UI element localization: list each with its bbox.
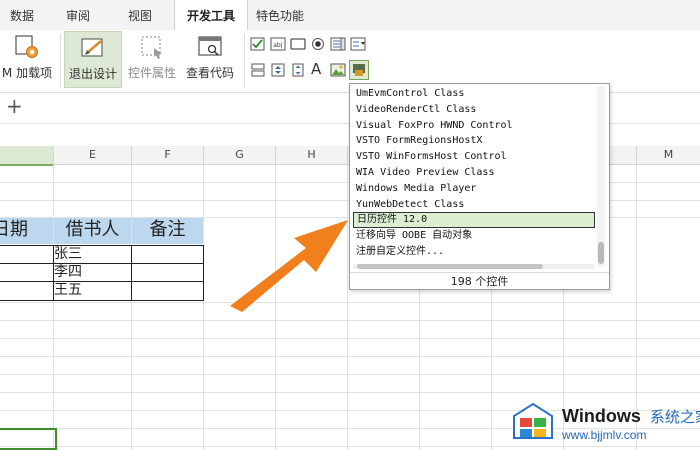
table-cell[interactable] — [0, 245, 55, 264]
column-header-f[interactable]: F — [132, 146, 204, 165]
column-header-d[interactable] — [0, 146, 54, 166]
com-addins-label: M 加载项 — [1, 66, 53, 80]
listbox-control-icon[interactable] — [330, 37, 346, 51]
table-cell[interactable] — [131, 245, 204, 264]
control-properties-label: 控件属性 — [127, 66, 176, 80]
tab-review[interactable]: 审阅 — [56, 0, 100, 30]
option-button-icon[interactable] — [310, 37, 326, 51]
table-cell[interactable] — [0, 263, 55, 282]
control-list-item[interactable]: VSTO FormRegionsHostX — [353, 133, 595, 149]
register-custom-control-item[interactable]: 注册自定义控件... — [353, 244, 595, 260]
ribbon-separator — [244, 34, 245, 88]
control-list-item-selected[interactable]: 日历控件 12.0 — [353, 212, 595, 229]
table-cell[interactable] — [131, 281, 204, 301]
grid-line — [0, 320, 700, 321]
column-header-h[interactable]: H — [276, 146, 348, 165]
design-mode-icon — [81, 38, 103, 57]
combobox-control-icon[interactable] — [350, 37, 366, 51]
grid-line — [0, 356, 700, 357]
exit-design-button[interactable]: 退出设计 — [64, 31, 122, 88]
view-code-button[interactable]: 查看代码 — [182, 34, 238, 86]
control-list-item[interactable]: UmEvmControl Class — [353, 86, 595, 102]
tab-developer-tools[interactable]: 开发工具 — [174, 0, 248, 31]
control-list-horizontal-scrollbar[interactable] — [353, 264, 595, 269]
spin-button-icon[interactable] — [270, 63, 286, 77]
borrower-cell[interactable]: 李四 — [53, 263, 132, 282]
toggle-button-icon[interactable] — [250, 63, 266, 77]
vertical-scroll-thumb[interactable] — [598, 242, 604, 264]
control-list-vertical-scrollbar[interactable] — [597, 86, 605, 267]
view-code-icon — [198, 36, 222, 56]
control-properties-icon — [141, 36, 162, 59]
windows-logo-icon — [513, 402, 553, 439]
active-cell-selection[interactable] — [0, 428, 57, 450]
horizontal-scroll-thumb[interactable] — [357, 264, 543, 269]
control-list-item[interactable]: Windows Media Player — [353, 181, 595, 197]
grid-line — [0, 374, 700, 375]
pointer-arrow-icon — [230, 220, 348, 312]
column-header-m[interactable]: M — [637, 146, 700, 165]
ribbon-tab-bar: 数据 审阅 视图 开发工具 特色功能 — [0, 0, 700, 31]
control-list: UmEvmControl Class VideoRenderCtl Class … — [353, 86, 595, 260]
image-control-icon[interactable] — [330, 63, 346, 77]
control-count-label: 198 个控件 — [350, 272, 609, 290]
svg-text:ab|: ab| — [273, 42, 283, 49]
watermark-url: www.bjjmlv.com — [562, 428, 647, 442]
control-list-item[interactable]: Visual FoxPro HWND Control — [353, 118, 595, 134]
header-cell-date[interactable]: 日期 — [0, 218, 53, 244]
addin-gear-icon — [15, 35, 38, 58]
grid-line — [203, 165, 204, 450]
control-list-item[interactable]: WIA Video Preview Class — [353, 165, 595, 181]
control-list-item[interactable]: VSTO WinFormsHost Control — [353, 149, 595, 165]
column-header-g[interactable]: G — [204, 146, 276, 165]
exit-design-label: 退出设计 — [68, 67, 117, 81]
com-addins-button[interactable]: M 加载项 — [0, 34, 54, 86]
add-sheet-icon[interactable]: + — [6, 96, 23, 116]
borrower-cell[interactable]: 张三 — [53, 245, 132, 264]
command-button-icon[interactable] — [290, 37, 306, 51]
watermark-brand: Windows — [562, 406, 641, 426]
control-list-item[interactable]: VideoRenderCtl Class — [353, 102, 595, 118]
header-cell-notes[interactable]: 备注 — [132, 218, 203, 244]
checkbox-control-icon[interactable] — [250, 37, 266, 51]
grid-line — [53, 165, 54, 450]
tab-data[interactable]: 数据 — [0, 0, 44, 30]
tab-view[interactable]: 视图 — [118, 0, 162, 30]
textbox-control-icon[interactable]: ab| — [270, 37, 286, 51]
grid-line — [0, 392, 700, 393]
grid-line — [0, 446, 700, 447]
grid-line — [131, 165, 132, 450]
grid-line — [0, 338, 700, 339]
borrower-cell[interactable]: 王五 — [53, 281, 132, 301]
control-list-item[interactable]: YunWebDetect Class — [353, 197, 595, 213]
control-properties-button[interactable]: 控件属性 — [124, 34, 180, 86]
watermark-suffix: 系统之家 — [649, 409, 700, 426]
scrollbar-control-icon[interactable] — [290, 63, 306, 77]
tab-special-features[interactable]: 特色功能 — [248, 0, 312, 30]
ribbon-separator — [60, 34, 61, 88]
header-cell-borrower[interactable]: 借书人 — [54, 218, 131, 244]
more-controls-dropdown: UmEvmControl Class VideoRenderCtl Class … — [349, 83, 610, 290]
label-control-icon[interactable]: A — [311, 61, 327, 77]
more-controls-icon[interactable] — [349, 60, 369, 80]
table-cell[interactable] — [0, 281, 55, 301]
column-header-e[interactable]: E — [54, 146, 132, 165]
view-code-label: 查看代码 — [185, 66, 234, 80]
table-cell[interactable] — [131, 263, 204, 282]
control-list-item[interactable]: 迁移向导 OOBE 自动对象 — [353, 228, 595, 244]
